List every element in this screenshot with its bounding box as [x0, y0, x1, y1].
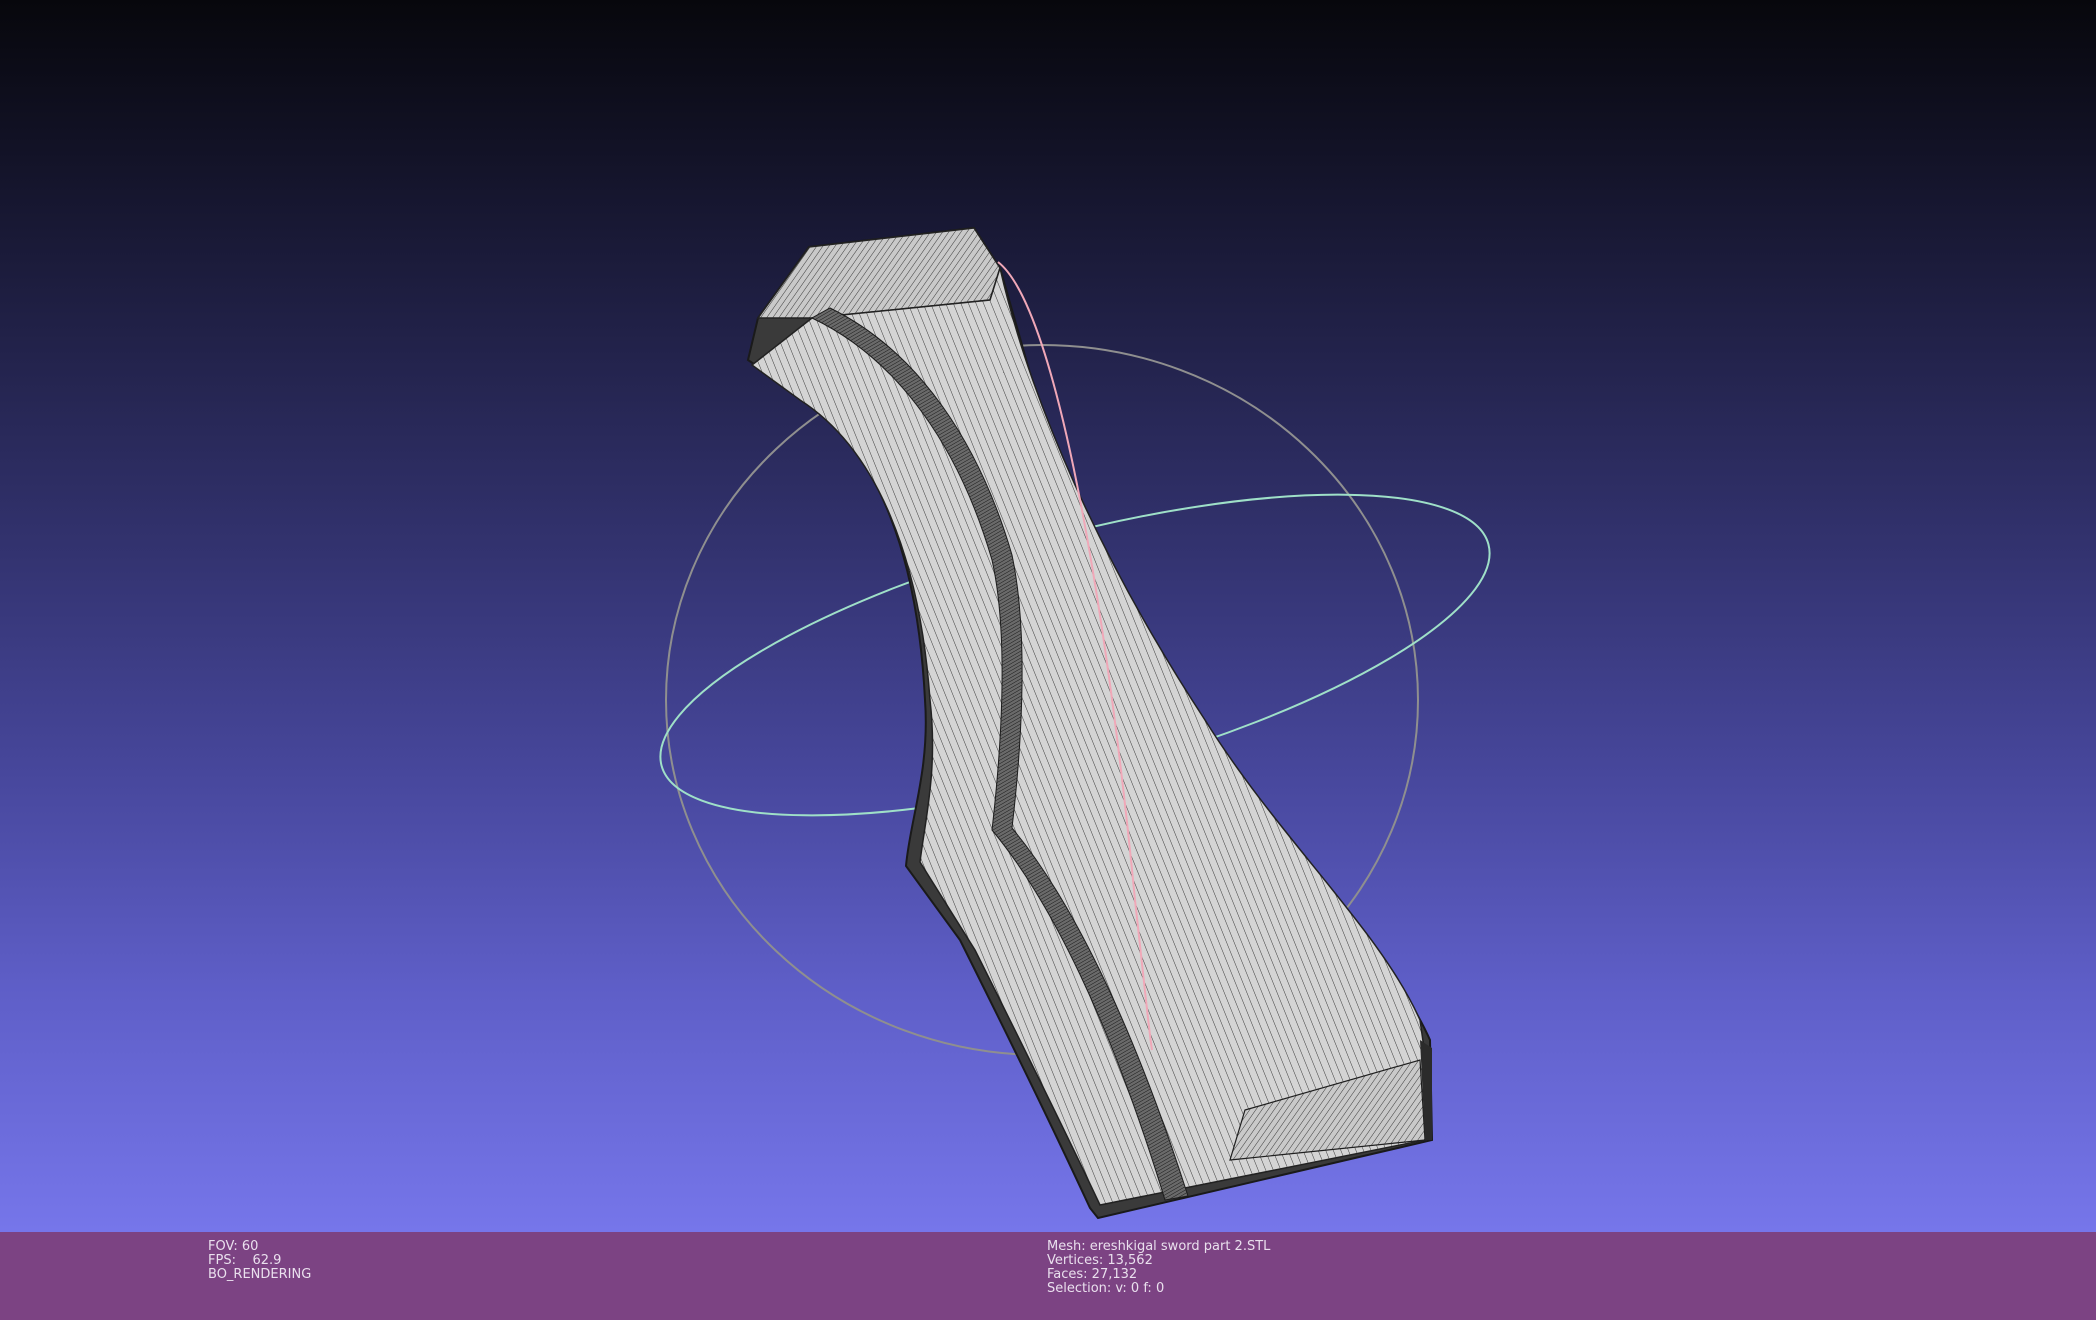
mesh-name-readout: Mesh: ereshkigal sword part 2.STL [1047, 1239, 1271, 1254]
faces-readout: Faces: 27,132 [1047, 1267, 1138, 1282]
scene-canvas[interactable] [0, 0, 2096, 1232]
sword-part-mesh[interactable] [746, 226, 1434, 1220]
render-info: FOV: 60 FPS: 62.9 BO_RENDERING [208, 1240, 311, 1282]
vertices-readout: Vertices: 13,562 [1047, 1253, 1153, 1268]
mesh-info: Mesh: ereshkigal sword part 2.STL Vertic… [1047, 1240, 1270, 1296]
mesh-front-face [750, 265, 1426, 1206]
fov-readout: FOV: 60 [208, 1239, 259, 1254]
fps-readout: FPS: 62.9 [208, 1253, 282, 1268]
3d-viewport[interactable] [0, 0, 2096, 1232]
selection-readout: Selection: v: 0 f: 0 [1047, 1281, 1165, 1296]
render-mode-readout: BO_RENDERING [208, 1267, 312, 1282]
status-bar: FOV: 60 FPS: 62.9 BO_RENDERING Mesh: ere… [0, 1232, 2096, 1320]
